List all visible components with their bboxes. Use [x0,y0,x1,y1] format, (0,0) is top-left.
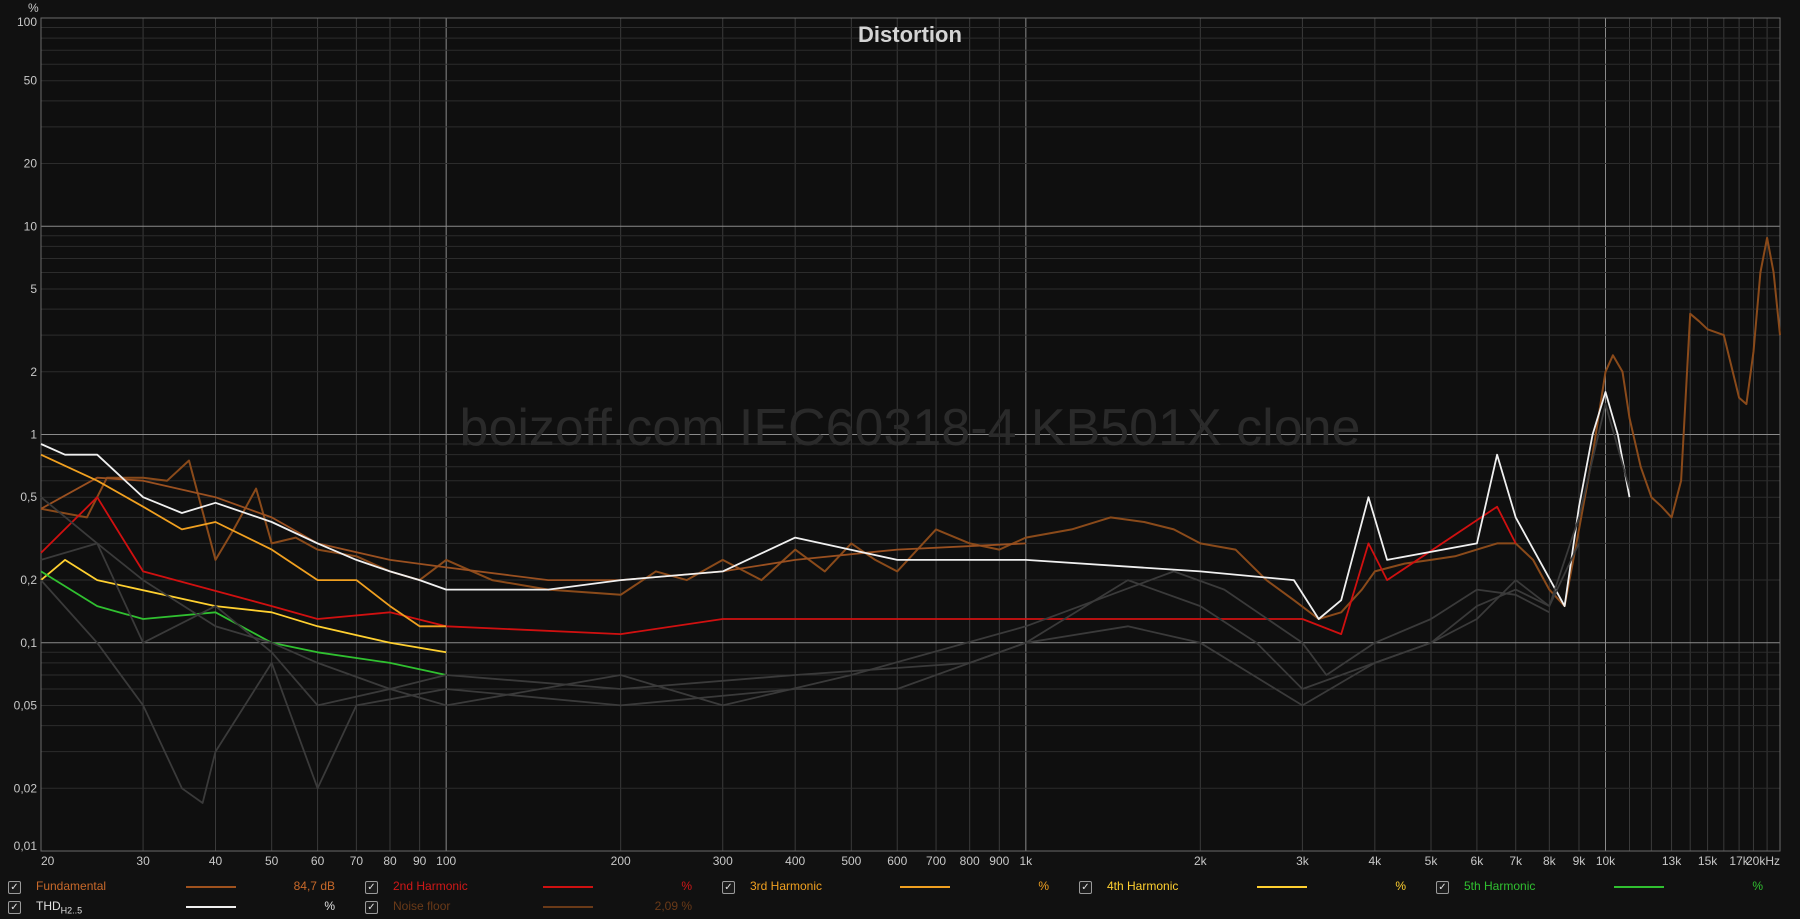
legend-item[interactable]: ✓ 3rd Harmonic% [722,877,1062,897]
legend-line-swatch [900,886,950,888]
legend-line-swatch [543,906,593,908]
x-tick-label: 200 [611,854,631,868]
x-tick-label: 40 [209,854,223,868]
y-tick-label: 10 [24,219,38,233]
x-tick-label: 50 [265,854,279,868]
legend-row-1: ✓ Fundamental 84,7 dB ✓ 2nd Harmonic% ✓ 3rd Ha… [0,877,1800,897]
x-tick-label: 400 [785,854,805,868]
legend-checkbox[interactable]: ✓ [722,880,735,894]
legend-checkbox[interactable]: ✓ [1079,880,1092,894]
legend-item[interactable]: ✓ 2nd Harmonic% [365,877,705,897]
legend-label: THDH2..5 [36,899,83,916]
legend-line-swatch [1257,886,1307,888]
x-tick-label: 2k [1194,854,1208,868]
y-tick-label: 5 [30,282,37,296]
legend-value: % [681,879,692,893]
y-tick-label: 2 [30,365,37,379]
y-axis-unit: % [28,1,39,15]
x-tick-label: 15k [1698,854,1718,868]
x-tick-label: 100 [436,854,456,868]
legend-line-swatch [1614,886,1664,888]
x-tick-label: 13k [1662,854,1682,868]
x-tick-label: 70 [350,854,364,868]
legend-item[interactable]: ✓ THDH2..5% [8,897,348,917]
legend-label: 2nd Harmonic [393,879,468,893]
chart-title: Distortion [858,22,962,47]
y-tick-label: 0,1 [20,636,37,650]
x-tick-label: 20 [41,854,55,868]
x-tick-label: 7k [1509,854,1523,868]
y-tick-label: 0,5 [20,490,37,504]
legend-label: Noise floor [393,899,451,913]
x-tick-label: 900 [989,854,1009,868]
legend-item[interactable]: ✓ Fundamental 84,7 dB [8,877,348,897]
y-tick-label: 20 [24,157,38,171]
legend-checkbox[interactable]: ✓ [1436,880,1449,894]
x-tick-label: 600 [887,854,907,868]
x-tick-label: 20kHz [1746,854,1780,868]
legend-label-subscript: H2..5 [60,905,83,916]
legend-value: % [324,899,335,913]
legend-checkbox[interactable]: ✓ [8,900,21,914]
legend-item[interactable]: ✓ 4th Harmonic% [1079,877,1419,897]
x-tick-label: 3k [1296,854,1310,868]
legend-label: 3rd Harmonic [750,879,823,893]
legend-value: % [1038,879,1049,893]
y-tick-label: 1 [30,428,37,442]
x-tick-label: 800 [960,854,980,868]
legend-checkbox[interactable]: ✓ [8,880,21,894]
y-tick-label: 0,02 [14,781,38,795]
legend-label: 4th Harmonic [1107,879,1179,893]
legend-line-swatch [186,906,236,908]
y-tick-label: 0,05 [14,698,38,712]
x-tick-label: 8k [1543,854,1557,868]
legend-item[interactable]: ✓ 5th Harmonic% [1436,877,1776,897]
legend-value: % [1395,879,1406,893]
legend-line-swatch [186,886,236,888]
x-tick-label: 5k [1425,854,1439,868]
legend-label: Fundamental [36,879,107,893]
legend-value: 84,7 dB [293,879,335,893]
y-tick-label: 0,01 [14,839,38,853]
watermark-text: boizoff.com IEC60318-4 KB501X clone [460,399,1361,457]
legend-value: % [1752,879,1763,893]
y-tick-label: 100 [17,15,37,29]
legend-line-swatch [543,886,593,888]
legend-checkbox[interactable]: ✓ [365,900,378,914]
x-tick-label: 700 [926,854,946,868]
legend-checkbox[interactable]: ✓ [365,880,378,894]
x-tick-label: 500 [841,854,861,868]
legend-item[interactable]: ✓ Noise floor 2,09 % [365,897,705,917]
x-tick-label: 9k [1573,854,1587,868]
x-tick-label: 90 [413,854,427,868]
distortion-chart: boizoff.com IEC60318-4 KB501X clone 20 30… [0,0,1800,919]
x-tick-label: 30 [136,854,150,868]
x-tick-label: 10k [1596,854,1616,868]
x-tick-label: 60 [311,854,325,868]
y-tick-label: 0,2 [20,573,37,587]
legend-value: 2,09 % [654,899,692,913]
legend-row-2: ✓ THDH2..5% ✓ Noise floor 2,09 % [0,897,1800,917]
x-tick-label: 6k [1471,854,1485,868]
x-tick-label: 300 [713,854,733,868]
x-tick-label: 80 [383,854,397,868]
legend-label: 5th Harmonic [1464,879,1536,893]
x-tick-label: 4k [1368,854,1382,868]
x-tick-label: 1k [1019,854,1033,868]
y-tick-label: 50 [24,74,38,88]
